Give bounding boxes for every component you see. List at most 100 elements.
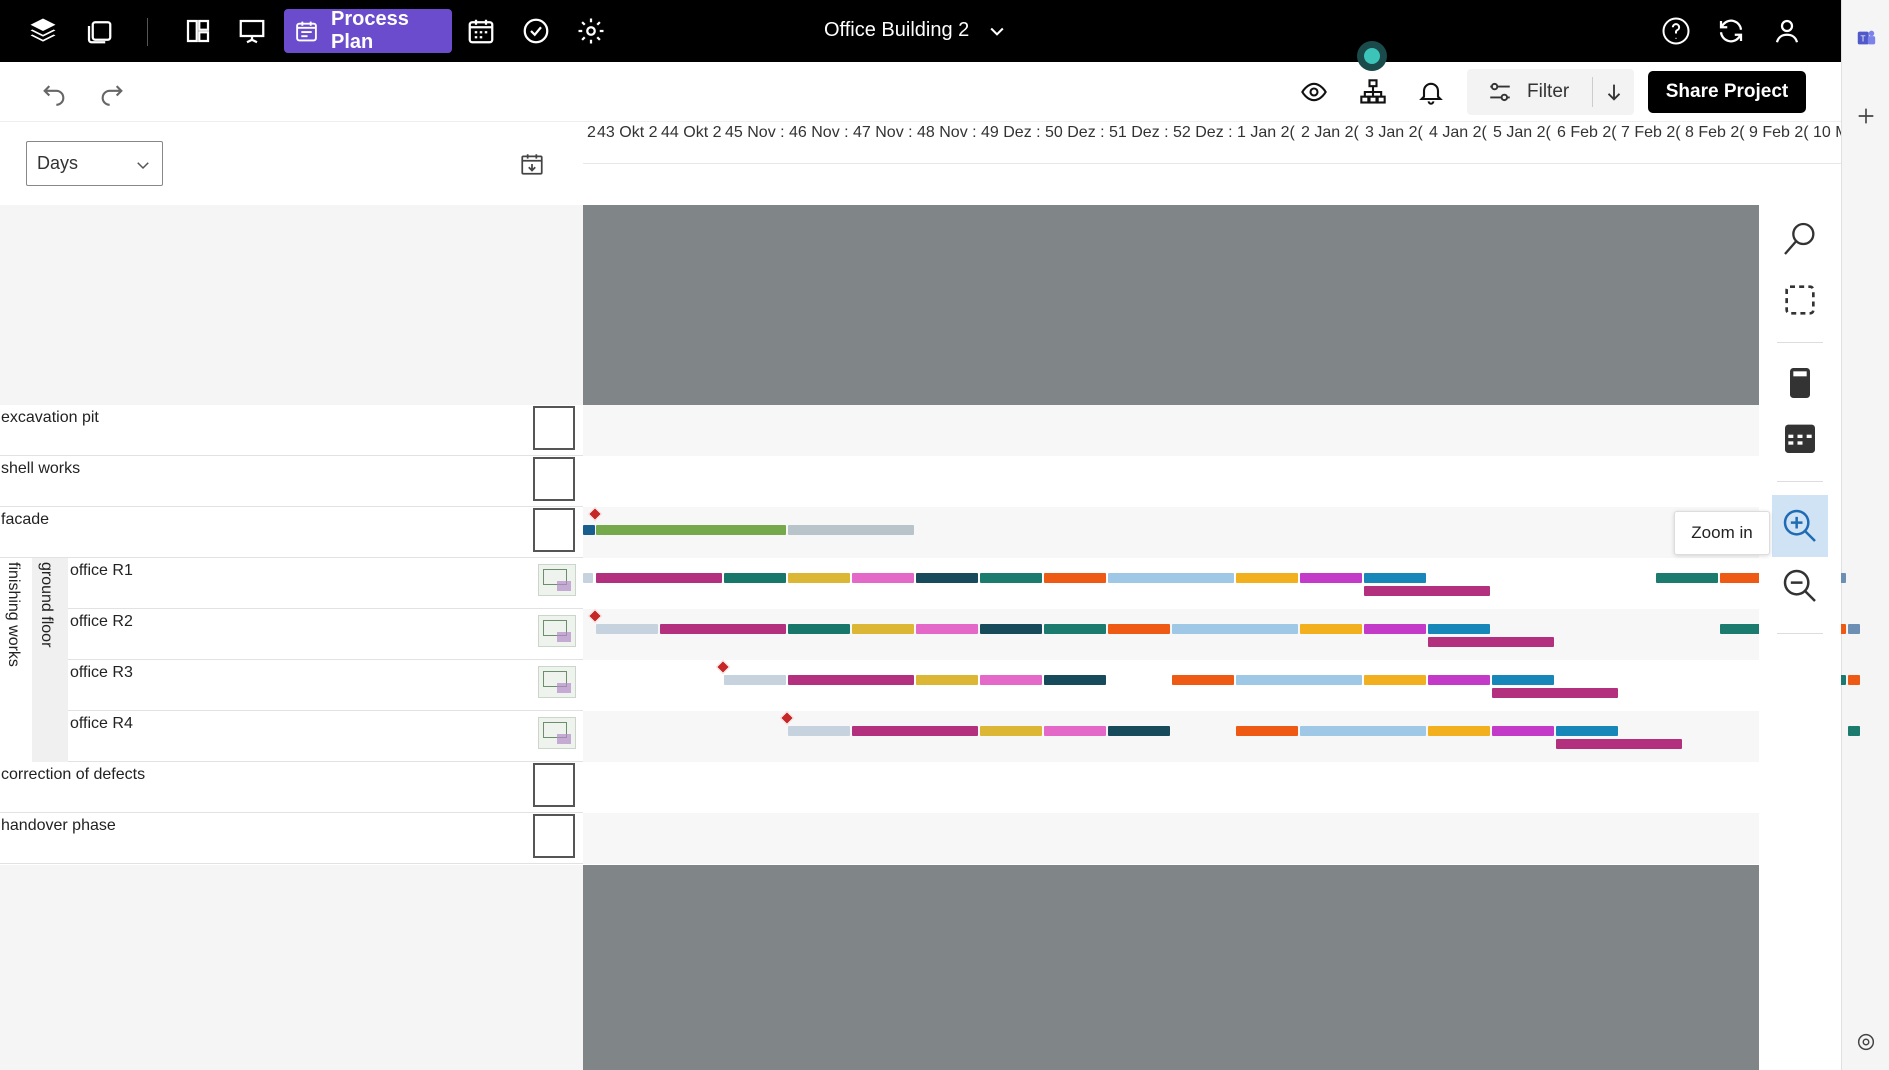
task-bar[interactable] [788, 675, 914, 685]
filter-button[interactable]: Filter [1467, 69, 1592, 115]
task-bar[interactable] [1044, 675, 1106, 685]
settings-gear-icon[interactable] [1854, 1030, 1878, 1054]
task-bar[interactable] [1236, 726, 1298, 736]
presentation-icon[interactable] [233, 12, 271, 50]
row-handover-phase[interactable]: handover phase [0, 813, 583, 864]
task-bar[interactable] [980, 624, 1042, 634]
row-office-r1[interactable]: office R1 [68, 558, 583, 609]
row-office-r3[interactable]: office R3 [68, 660, 583, 711]
scale-select[interactable]: Days [26, 141, 163, 186]
row-correction-of-defects[interactable]: correction of defects [0, 762, 583, 813]
milestone-marker[interactable] [715, 659, 731, 675]
row-thumbnail-placeholder[interactable] [533, 763, 575, 807]
teams-icon[interactable]: T [1854, 26, 1878, 50]
documents-icon[interactable] [80, 12, 118, 50]
sync-icon[interactable] [1712, 12, 1750, 50]
share-project-button[interactable]: Share Project [1648, 71, 1806, 113]
select-area-tool[interactable] [1772, 272, 1828, 328]
task-bar[interactable] [583, 525, 595, 535]
task-bar[interactable] [1236, 675, 1362, 685]
task-bar[interactable] [980, 726, 1042, 736]
redo-icon[interactable] [96, 76, 128, 108]
task-bar[interactable] [1428, 726, 1490, 736]
task-bar[interactable] [788, 726, 850, 736]
row-shell-works[interactable]: shell works [0, 456, 583, 507]
task-bar[interactable] [1656, 573, 1718, 583]
task-bar[interactable] [1364, 573, 1426, 583]
task-bar[interactable] [1300, 624, 1362, 634]
task-bar[interactable] [1108, 573, 1234, 583]
task-bar[interactable] [596, 525, 786, 535]
zoom-in-tool[interactable] [1772, 495, 1828, 557]
task-bar[interactable] [916, 573, 978, 583]
timeline-row-handover[interactable] [583, 813, 1759, 864]
timeline-row-excavation[interactable] [583, 405, 1759, 456]
task-bar[interactable] [1300, 726, 1426, 736]
task-bar[interactable] [852, 726, 978, 736]
jump-to-today-icon[interactable] [519, 151, 545, 177]
timeline-row-office-r1[interactable] [583, 558, 1846, 609]
settings-icon[interactable] [572, 12, 610, 50]
dashboard-icon[interactable] [179, 12, 217, 50]
task-bar[interactable] [980, 573, 1042, 583]
user-icon[interactable] [1768, 12, 1806, 50]
task-bar[interactable] [596, 624, 658, 634]
floorplan-thumbnail[interactable] [538, 717, 576, 749]
row-office-r4[interactable]: office R4 [68, 711, 583, 762]
row-facade[interactable]: facade [0, 507, 583, 558]
task-bar[interactable] [1556, 726, 1618, 736]
project-selector[interactable]: Office Building 2 [824, 19, 1007, 42]
task-bar[interactable] [1044, 573, 1106, 583]
timeline-row-facade[interactable] [583, 506, 1759, 558]
task-bar[interactable] [788, 573, 850, 583]
search-tool[interactable] [1772, 211, 1828, 267]
task-bar[interactable] [980, 675, 1042, 685]
task-bar[interactable] [1172, 624, 1298, 634]
milestone-marker[interactable] [779, 710, 795, 726]
task-bar[interactable] [788, 624, 850, 634]
help-icon[interactable] [1657, 12, 1695, 50]
row-thumbnail-placeholder[interactable] [533, 457, 575, 501]
task-bar[interactable] [1428, 637, 1554, 647]
timeline-row-office-r4[interactable] [583, 710, 1860, 762]
task-bar[interactable] [1300, 573, 1362, 583]
task-bar[interactable] [1108, 726, 1170, 736]
hierarchy-icon[interactable] [1357, 76, 1389, 108]
task-bar[interactable] [1108, 624, 1170, 634]
task-bar[interactable] [596, 573, 722, 583]
timeline-row-shell[interactable] [583, 456, 1759, 507]
floorplan-thumbnail[interactable] [538, 666, 576, 698]
task-bar[interactable] [1044, 726, 1106, 736]
task-bar[interactable] [1364, 624, 1426, 634]
task-bar[interactable] [852, 624, 914, 634]
task-bar[interactable] [1848, 624, 1860, 634]
milestone-marker[interactable] [587, 608, 603, 624]
floorplan-thumbnail[interactable] [538, 615, 576, 647]
task-bar[interactable] [788, 525, 914, 535]
task-bar[interactable] [1848, 675, 1860, 685]
timeline-row-office-r2[interactable] [583, 608, 1860, 660]
timeline-row-office-r3[interactable] [583, 659, 1860, 711]
task-bar[interactable] [1044, 624, 1106, 634]
task-bar[interactable] [724, 675, 786, 685]
task-bar[interactable] [583, 573, 593, 583]
task-bar[interactable] [916, 624, 978, 634]
task-bar[interactable] [724, 573, 786, 583]
task-bar[interactable] [1848, 726, 1860, 736]
task-bar[interactable] [1364, 586, 1490, 596]
task-bar[interactable] [916, 675, 978, 685]
task-bar[interactable] [1364, 675, 1426, 685]
row-office-r2[interactable]: office R2 [68, 609, 583, 660]
process-plan-button[interactable]: Process Plan [284, 8, 452, 53]
calendar-grid-icon[interactable] [462, 12, 500, 50]
task-bar[interactable] [1428, 675, 1490, 685]
task-bar[interactable] [1172, 675, 1234, 685]
task-bar[interactable] [1428, 624, 1490, 634]
task-bar[interactable] [660, 624, 786, 634]
sort-button[interactable] [1593, 69, 1634, 115]
eye-icon[interactable] [1298, 76, 1330, 108]
row-excavation-pit[interactable]: excavation pit [0, 405, 583, 456]
milestone-marker[interactable] [587, 506, 603, 522]
row-thumbnail-placeholder[interactable] [533, 406, 575, 450]
task-bar[interactable] [1492, 726, 1554, 736]
